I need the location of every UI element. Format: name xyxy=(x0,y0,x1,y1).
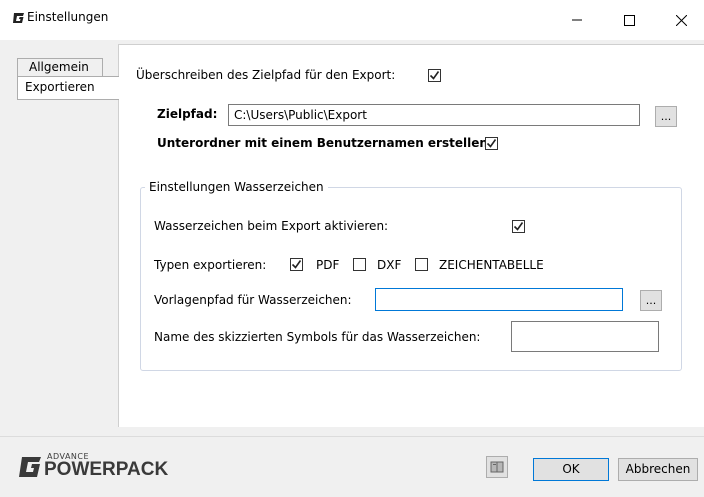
minimize-button[interactable] xyxy=(554,0,600,40)
tab-exportieren[interactable]: Exportieren xyxy=(17,76,119,100)
close-icon xyxy=(675,14,687,26)
check-icon xyxy=(513,222,524,231)
app-logo-icon xyxy=(13,13,24,23)
powerpack-logo-icon xyxy=(19,457,41,477)
type-dxf-label: DXF xyxy=(377,258,402,272)
logo-powerpack-text: POWERPACK xyxy=(44,459,169,480)
maximize-icon xyxy=(623,14,635,26)
zielpfad-browse-button[interactable]: ... xyxy=(655,106,677,127)
type-pdf-checkbox[interactable] xyxy=(290,258,303,271)
type-pdf-label: PDF xyxy=(316,258,340,272)
symbol-name-label: Name des skizzierten Symbols für das Was… xyxy=(154,330,481,344)
subfolder-label: Unterordner mit einem Benutzernamen erst… xyxy=(157,136,493,150)
watermark-group-title: Einstellungen Wasserzeichen xyxy=(145,180,328,194)
maximize-button[interactable] xyxy=(606,0,652,40)
watermark-enable-label: Wasserzeichen beim Export aktivieren: xyxy=(154,219,389,233)
types-label: Typen exportieren: xyxy=(154,258,267,272)
window-title: Einstellungen xyxy=(27,10,109,24)
template-path-label: Vorlagenpfad für Wasserzeichen: xyxy=(154,293,352,307)
overwrite-label: Überschreiben des Zielpfad für den Expor… xyxy=(136,68,396,82)
watermark-enable-checkbox[interactable] xyxy=(512,220,525,233)
minimize-icon xyxy=(572,19,582,21)
footer-divider xyxy=(0,436,704,437)
template-path-input[interactable] xyxy=(375,288,623,311)
zielpfad-label: Zielpfad: xyxy=(157,107,218,121)
help-button[interactable] xyxy=(486,456,508,478)
template-browse-button[interactable]: ... xyxy=(640,290,662,311)
tab-allgemein-label: Allgemein xyxy=(29,60,89,74)
check-icon xyxy=(429,71,440,80)
check-icon xyxy=(486,139,497,148)
ok-button[interactable]: OK xyxy=(533,458,609,481)
type-dxf-checkbox[interactable] xyxy=(353,258,366,271)
close-button[interactable] xyxy=(658,0,704,40)
symbol-name-input[interactable] xyxy=(511,321,659,352)
tab-exportieren-label: Exportieren xyxy=(25,80,95,94)
check-icon xyxy=(291,260,302,269)
subfolder-checkbox[interactable] xyxy=(485,137,498,150)
zielpfad-input[interactable]: C:\Users\Public\Export xyxy=(228,104,640,126)
overwrite-checkbox[interactable] xyxy=(428,69,441,82)
powerpack-logo: ADVANCE POWERPACK xyxy=(18,452,198,484)
cancel-button[interactable]: Abbrechen xyxy=(618,458,698,481)
book-help-icon xyxy=(490,461,504,473)
type-zeichentabelle-label: ZEICHENTABELLE xyxy=(439,258,544,272)
tab-allgemein[interactable]: Allgemein xyxy=(17,58,103,77)
type-zeichentabelle-checkbox[interactable] xyxy=(415,258,428,271)
